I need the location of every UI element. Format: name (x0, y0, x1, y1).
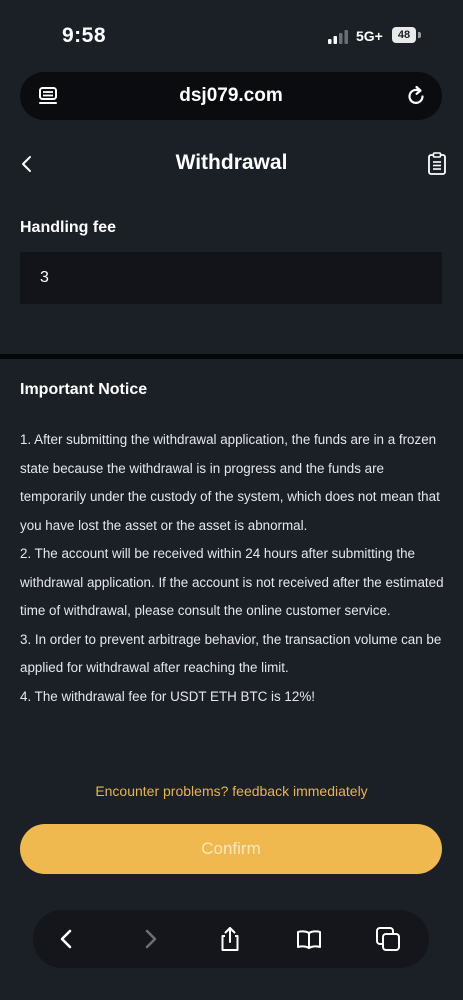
status-time: 9:58 (62, 24, 107, 47)
feedback-link[interactable]: Encounter problems? feedback immediately (0, 783, 463, 799)
network-label: 5G+ (356, 28, 383, 44)
notice-item: 1. After submitting the withdrawal appli… (20, 432, 440, 533)
clipboard-icon (428, 152, 446, 175)
tabs-icon[interactable] (374, 925, 402, 953)
battery-icon: 48 (392, 27, 416, 43)
signal-icon (328, 30, 348, 44)
share-icon[interactable] (216, 925, 244, 953)
url-text[interactable]: dsj079.com (20, 85, 442, 107)
notice-title: Important Notice (20, 381, 148, 398)
notice-item: 4. The withdrawal fee for USDT ETH BTC i… (20, 688, 315, 704)
confirm-button[interactable]: Confirm (20, 824, 442, 874)
notice-list: 1. After submitting the withdrawal appli… (20, 426, 450, 711)
handling-fee-field[interactable] (20, 252, 442, 304)
notice-item: 3. In order to prevent arbitrage behavio… (20, 631, 442, 676)
page-title: Withdrawal (175, 151, 288, 174)
notice-item: 2. The account will be received within 2… (20, 546, 444, 618)
battery-tip (418, 32, 421, 38)
reload-icon[interactable] (404, 84, 428, 108)
section-divider (0, 354, 463, 359)
browser-toolbar (33, 910, 429, 968)
url-bar[interactable]: dsj079.com (20, 72, 442, 120)
bookmarks-icon[interactable] (295, 925, 323, 953)
withdrawal-record-button[interactable] (426, 151, 448, 177)
handling-fee-label: Handling fee (20, 219, 117, 236)
forward-icon (145, 929, 157, 949)
back-icon[interactable] (53, 925, 81, 953)
status-bar: 9:58 5G+ 48 (0, 0, 463, 70)
